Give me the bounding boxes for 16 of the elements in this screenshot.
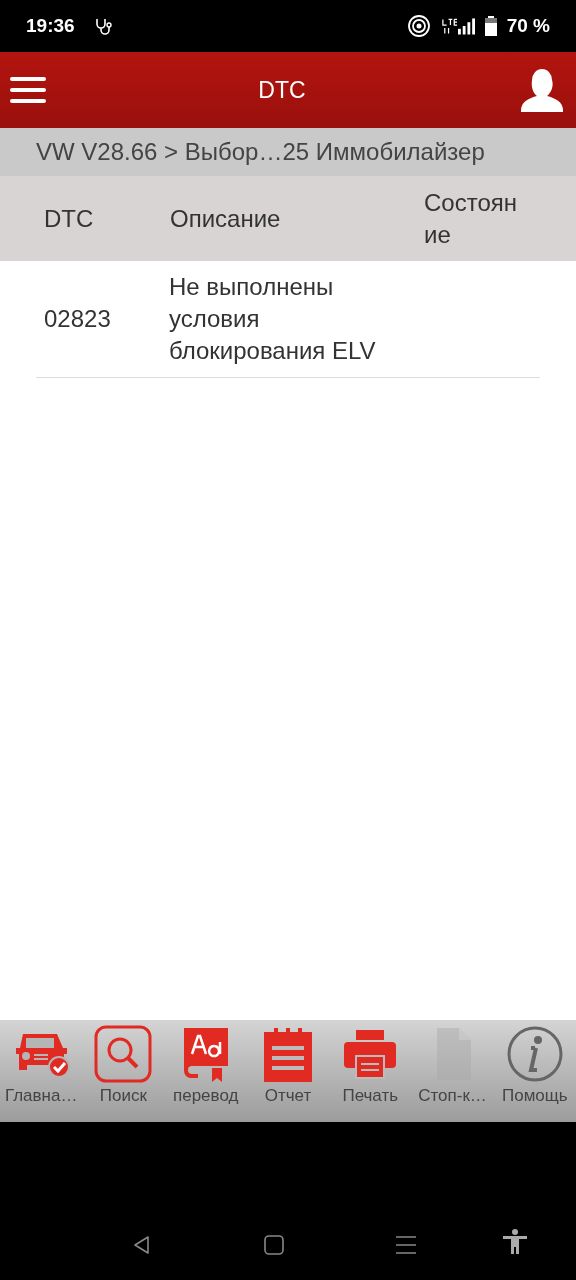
column-header: Описание [170,203,282,234]
table-cell-text: Не выполнены условия блокирования ELV [169,272,377,366]
toolbar-button[interactable]: перевод [164,1020,247,1122]
clock: 19:36 [26,15,75,37]
toolbar-button[interactable]: Помощь [493,1020,576,1122]
toolbar-button[interactable]: Поиск [82,1020,165,1122]
toolbar-button[interactable]: Отчет [246,1020,330,1122]
column-header: DTC [43,203,95,234]
toolbar-button[interactable]: Главна… [0,1020,83,1122]
breadcrumb: VW V28.66 > Выбор…25 Иммобилайзер [0,128,576,176]
table-row[interactable]: 02823 Не выполнены условия блокирования ELV [36,261,540,378]
table-cell-text: 02823 [43,304,112,334]
battery-level: 70 % [506,15,550,37]
screen-title: DTC [258,76,306,104]
toolbar-button[interactable]: Печать [329,1020,412,1122]
column-header: Состоян ие [424,187,518,250]
